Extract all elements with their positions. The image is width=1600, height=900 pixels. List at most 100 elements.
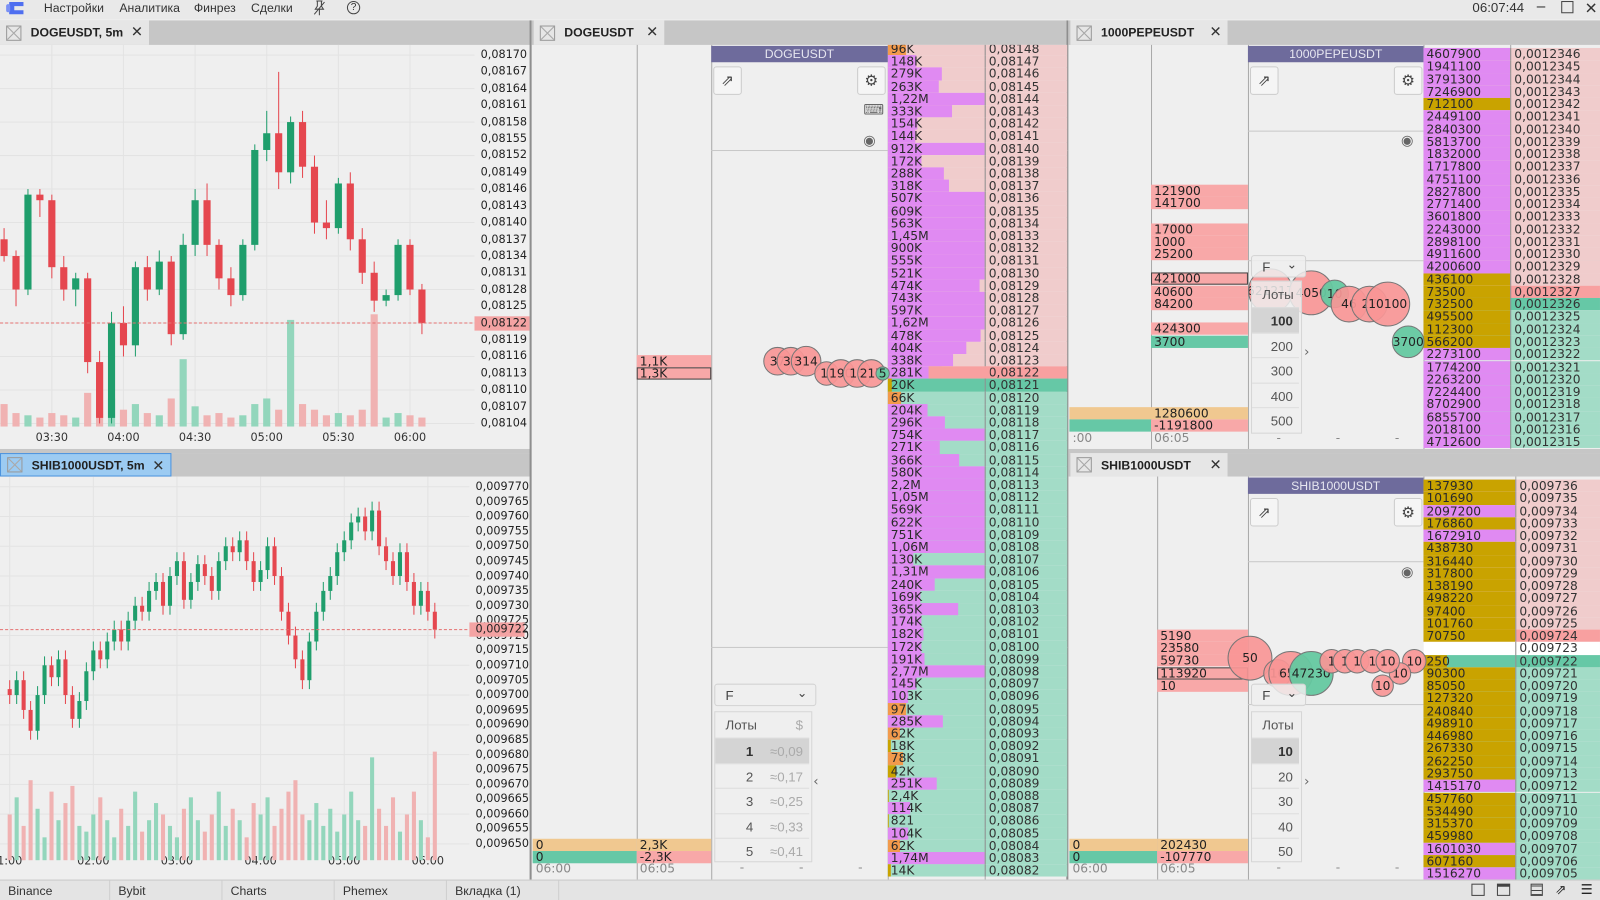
bid-row[interactable]: 20K 0,08121 xyxy=(887,379,1068,392)
ask-row[interactable]: 507K 0,08136 xyxy=(887,192,1068,205)
candle[interactable] xyxy=(394,239,402,301)
sell-trade-bubble[interactable]: 10100 xyxy=(1365,281,1411,327)
lot-size-option[interactable]: 500 xyxy=(1252,407,1299,434)
bid-row[interactable]: 6855700 0,0012317 xyxy=(1423,411,1600,424)
bid-row[interactable]: 821 0,08086 xyxy=(887,815,1068,828)
sell-trade-bubble[interactable]: 10 xyxy=(1375,648,1400,674)
bid-row[interactable]: 459980 0,009708 xyxy=(1423,830,1600,843)
lot-size-option[interactable]: 20 xyxy=(1252,762,1299,789)
candle[interactable] xyxy=(56,650,61,687)
candle[interactable] xyxy=(404,543,409,591)
lot-size-option[interactable]: 2 ≈0,17 xyxy=(715,762,810,789)
gear-icon[interactable]: ⚙ xyxy=(857,66,886,95)
ask-row[interactable]: 4200600 0,0012329 xyxy=(1423,260,1600,274)
candle[interactable] xyxy=(307,632,312,690)
candle[interactable] xyxy=(383,537,389,571)
ask-row[interactable]: 97400 0,009726 xyxy=(1423,605,1600,618)
bid-row[interactable]: 182K 0,08101 xyxy=(887,628,1068,641)
candle[interactable] xyxy=(251,552,256,591)
bid-row[interactable]: 271K 0,08116 xyxy=(887,441,1068,454)
chevron-left-icon[interactable]: ‹ xyxy=(813,774,818,789)
ask-row[interactable]: 2840300 0,0012340 xyxy=(1423,123,1600,136)
lot-size-option[interactable]: 100 xyxy=(1252,307,1299,333)
add-window-icon[interactable] xyxy=(1471,883,1485,896)
candle[interactable] xyxy=(418,283,426,335)
list-icon[interactable]: ☰ xyxy=(1581,882,1593,898)
minimize-icon[interactable]: – xyxy=(1537,0,1546,15)
ask-row[interactable]: 144K 0,08141 xyxy=(887,130,1068,143)
doge-price-axis[interactable]: 0,08170 0,08167 0,08164 0,08161 0,08158 0,081… xyxy=(474,45,530,449)
bid-row[interactable]: 1516270 0,009705 xyxy=(1423,867,1600,880)
candle[interactable] xyxy=(12,250,20,307)
ask-row[interactable]: 438730 0,009731 xyxy=(1423,542,1600,555)
eye-icon[interactable]: ◉ xyxy=(1401,133,1413,149)
candle[interactable] xyxy=(119,620,124,651)
dom-layout-icon[interactable] xyxy=(1530,883,1543,896)
candle[interactable] xyxy=(310,155,319,234)
gear-icon[interactable]: ⚙ xyxy=(1393,66,1423,95)
candle[interactable] xyxy=(105,632,110,669)
ask-row[interactable]: 478K 0,08125 xyxy=(887,329,1068,342)
candle[interactable] xyxy=(48,194,56,279)
shib-price-axis[interactable]: 0,009770 0,009765 0,009760 0,009755 0,009750… xyxy=(469,477,530,880)
tab-shib-dom[interactable]: SHIB1000USDT ✕ xyxy=(1070,453,1228,477)
bid-row[interactable]: 97K 0,08095 xyxy=(887,703,1068,716)
help-icon[interactable]: ? xyxy=(346,1,361,15)
ask-row[interactable]: 101690 0,009735 xyxy=(1423,492,1600,505)
candle[interactable] xyxy=(425,581,430,621)
candle[interactable] xyxy=(230,537,235,562)
ask-row[interactable]: 2097200 0,009734 xyxy=(1423,504,1600,518)
candle[interactable] xyxy=(70,686,75,728)
workspace-tab-binance[interactable]: Binance xyxy=(0,880,111,900)
bid-row[interactable]: 66K 0,08120 xyxy=(887,391,1068,404)
candle[interactable] xyxy=(140,596,145,621)
bid-row[interactable]: 78K 0,08091 xyxy=(887,752,1068,765)
menu-trades[interactable]: Сделки xyxy=(251,1,293,15)
tab-shib-chart[interactable]: SHIB1000USDT, 5m ✕ xyxy=(0,453,172,477)
candle[interactable] xyxy=(167,567,173,615)
candle[interactable] xyxy=(126,611,131,651)
bid-row[interactable]: 1,74M 0,08083 xyxy=(887,852,1068,865)
candle[interactable] xyxy=(370,261,378,312)
workspace-tab-1[interactable]: Вкладка (1) xyxy=(447,880,560,900)
candle[interactable] xyxy=(215,239,223,290)
candle[interactable] xyxy=(195,555,200,591)
candle[interactable] xyxy=(328,567,333,600)
close-tab-icon[interactable]: ✕ xyxy=(1209,23,1221,40)
lot-size-option[interactable]: 300 xyxy=(1252,357,1299,383)
candle[interactable] xyxy=(143,256,151,301)
workspace-tab-bybit[interactable]: Bybit xyxy=(110,880,223,900)
lot-size-option[interactable]: 200 xyxy=(1252,332,1299,358)
ask-row[interactable]: 1,62M 0,08126 xyxy=(887,317,1068,330)
ask-row[interactable]: 263K 0,08145 xyxy=(887,80,1068,93)
lot-size-list[interactable]: Лоты 10 20 30 40 50 xyxy=(1251,711,1303,864)
candle[interactable] xyxy=(174,552,179,585)
buy-trade-bubble[interactable]: 3700 xyxy=(1391,325,1425,359)
lot-size-list[interactable]: Лоты $1 ≈0,09 2 ≈0,17 3 ≈0,25 4 ≈0,33 5 ≈0,41 xyxy=(714,711,813,863)
ask-row[interactable]: 498220 0,009727 xyxy=(1423,592,1600,605)
order-book[interactable]: 4607900 0,0012346 1941100 0,0012345 3791300 0… xyxy=(1423,45,1600,449)
candle[interactable] xyxy=(356,507,361,532)
order-book[interactable]: 96K 0,08148 148K 0,08147 279K 0,08146 263K 0,08… xyxy=(887,44,1068,880)
candle[interactable] xyxy=(237,531,242,562)
candle[interactable] xyxy=(286,602,291,645)
menu-settings[interactable]: Настройки xyxy=(44,1,104,15)
lot-size-option[interactable]: 50 xyxy=(1252,838,1299,864)
bid-row[interactable]: 457760 0,009711 xyxy=(1423,792,1600,805)
candle[interactable] xyxy=(21,671,26,719)
candle[interactable] xyxy=(181,552,186,609)
bid-row[interactable]: 1774200 0,0012321 xyxy=(1423,361,1600,374)
chevron-right-icon[interactable]: › xyxy=(1304,774,1309,789)
candle[interactable] xyxy=(147,581,152,621)
candle[interactable] xyxy=(411,573,416,615)
candle[interactable] xyxy=(167,256,175,346)
menu-analytics[interactable]: Аналитика xyxy=(119,1,180,15)
ask-row[interactable]: 1717800 0,0012337 xyxy=(1423,160,1600,174)
candle[interactable] xyxy=(244,531,249,571)
bid-row[interactable]: 172K 0,08100 xyxy=(887,640,1068,653)
bid-row[interactable]: 240K 0,08105 xyxy=(887,578,1068,591)
order-type-select[interactable]: F ⌄ xyxy=(1251,255,1307,278)
ask-row[interactable]: 281K 0,08122 xyxy=(887,366,1068,379)
ask-row[interactable]: 609K 0,08135 xyxy=(887,205,1068,218)
bid-row[interactable]: 569K 0,08111 xyxy=(887,503,1068,516)
